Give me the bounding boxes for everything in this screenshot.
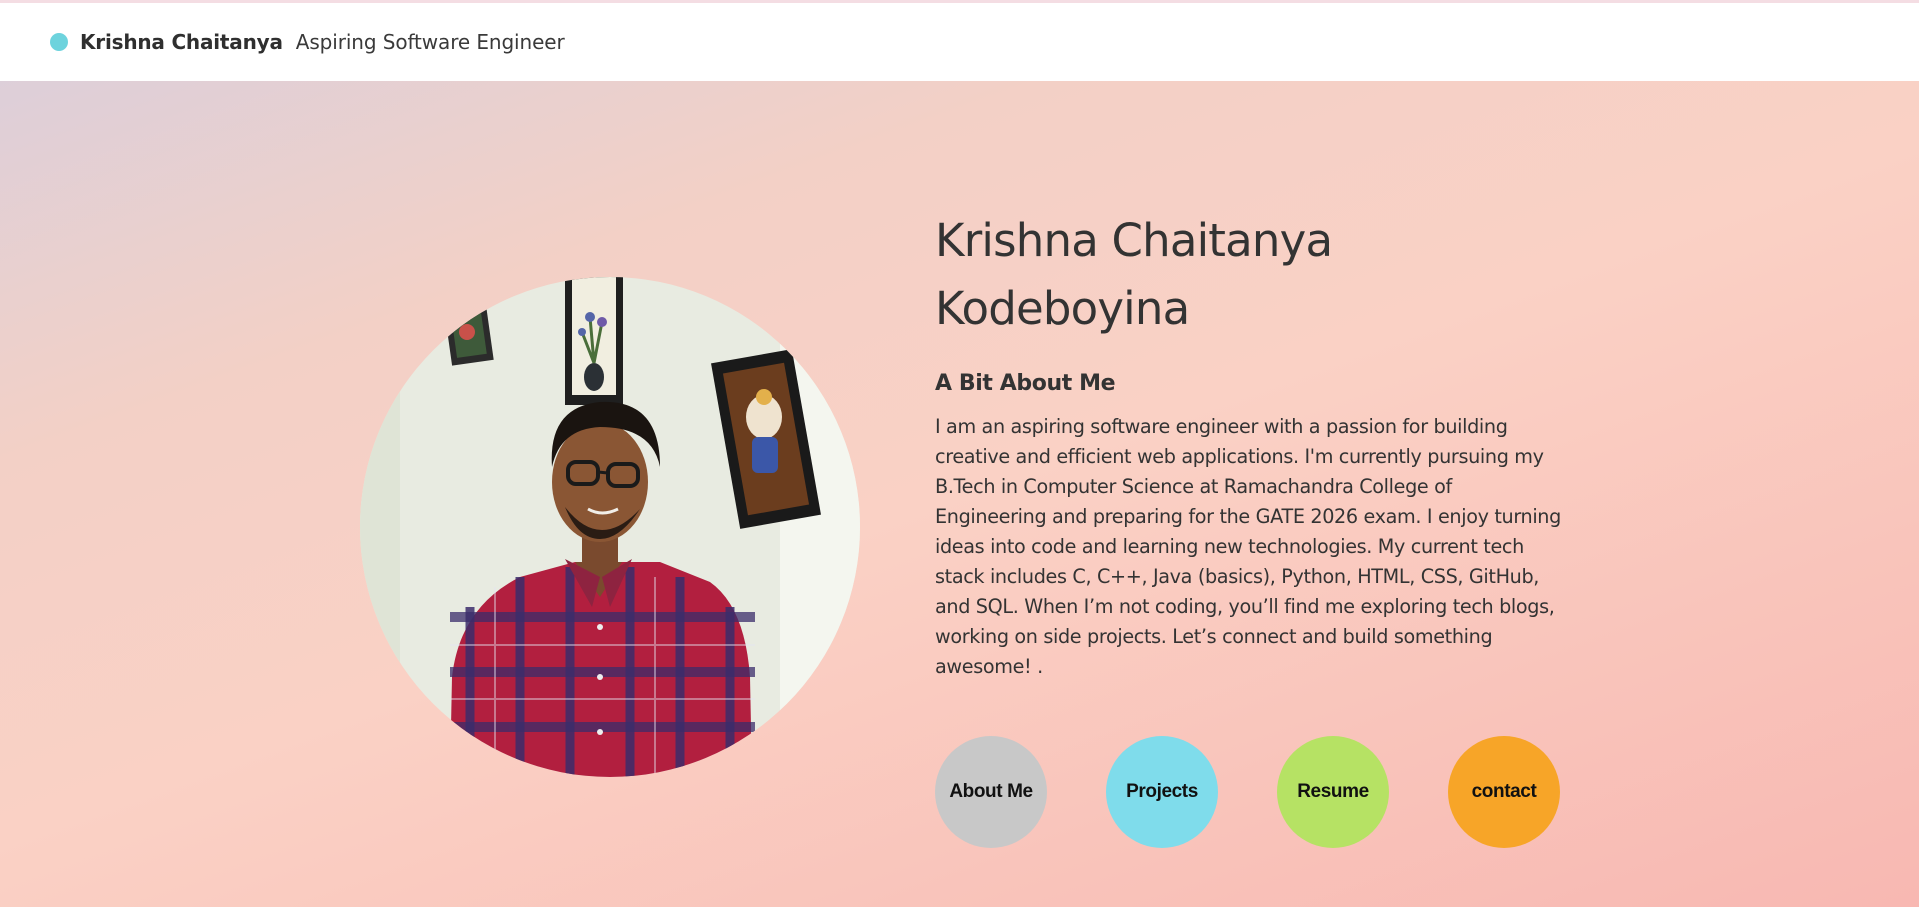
hero-section: Krishna Chaitanya Kodeboyina A Bit About… xyxy=(0,81,1919,907)
brand-name[interactable]: Krishna Chaitanya xyxy=(80,30,283,54)
about-paragraph: I am an aspiring software engineer with … xyxy=(935,415,1561,678)
projects-button[interactable]: Projects xyxy=(1106,736,1218,848)
about-me-button[interactable]: About Me xyxy=(935,736,1047,848)
contact-button[interactable]: contact xyxy=(1448,736,1560,848)
profile-name-heading: Krishna Chaitanya Kodeboyina xyxy=(935,207,1575,343)
top-navbar: Krishna Chaitanya Aspiring Software Engi… xyxy=(0,0,1919,81)
brand-tagline: Aspiring Software Engineer xyxy=(295,30,565,54)
resume-button[interactable]: Resume xyxy=(1277,736,1389,848)
profile-name-line2: Kodeboyina xyxy=(935,282,1190,335)
profile-name-line1: Krishna Chaitanya xyxy=(935,214,1333,267)
circle-nav: About Me Projects Resume contact xyxy=(935,736,1560,848)
intro-section: Krishna Chaitanya Kodeboyina A Bit About… xyxy=(935,207,1575,682)
brand-dot-icon xyxy=(50,33,68,51)
profile-photo xyxy=(360,277,860,777)
profile-photo-illustration xyxy=(360,277,860,777)
about-heading: A Bit About Me xyxy=(935,371,1116,396)
